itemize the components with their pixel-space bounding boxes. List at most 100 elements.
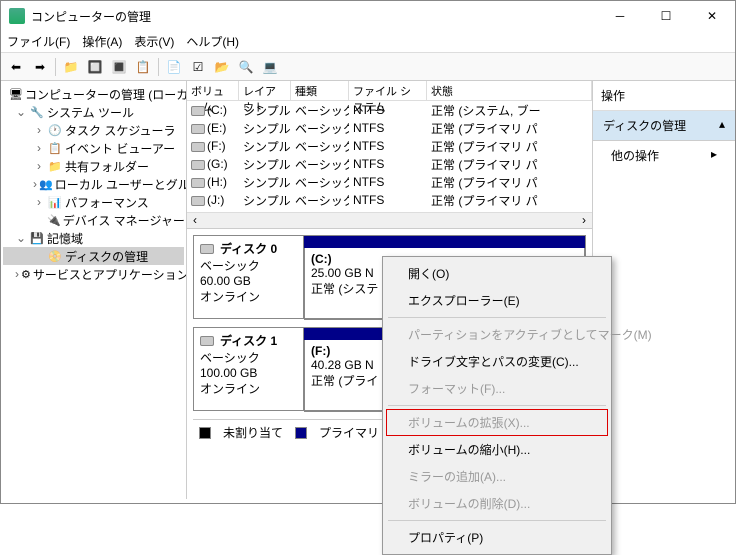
volume-row[interactable]: (F:)シンプルベーシックNTFS正常 (プライマリ パ xyxy=(187,137,592,155)
volume-row[interactable]: (G:)シンプルベーシックNTFS正常 (プライマリ パ xyxy=(187,155,592,173)
disk-name: ディスク 0 xyxy=(220,240,277,257)
expand-icon: ▸ xyxy=(711,147,717,164)
tools-icon: 🔧 xyxy=(29,104,45,120)
ctx-mirror: ミラーの追加(A)... xyxy=(386,463,608,490)
ctx-extend: ボリュームの拡張(X)... xyxy=(386,409,608,436)
disk-size: 100.00 GB xyxy=(200,366,297,380)
computer-icon: 🖥 xyxy=(9,86,23,102)
perf-icon: 📊 xyxy=(47,194,63,210)
ctx-format: フォーマット(F)... xyxy=(386,375,608,402)
disk-status: オンライン xyxy=(200,288,297,305)
actions-title: 操作 xyxy=(593,81,735,111)
tree-root[interactable]: コンピューターの管理 (ローカル) xyxy=(25,86,187,103)
part-status: 正常 (プライ xyxy=(311,374,378,388)
minimize-button[interactable]: ─ xyxy=(597,1,643,31)
ctx-chdrive[interactable]: ドライブ文字とパスの変更(C)... xyxy=(386,348,608,375)
event-icon: 📋 xyxy=(47,140,63,156)
collapse-icon: ▴ xyxy=(719,117,725,134)
volume-list[interactable]: ボリューム レイアウト 種類 ファイル システム 状態 (C:)シンプルベーシッ… xyxy=(187,81,592,229)
legend-unalloc: 未割り当て xyxy=(223,424,283,441)
disk-icon xyxy=(200,336,214,346)
drive-icon xyxy=(191,124,205,134)
tree-users[interactable]: ローカル ユーザーとグループ xyxy=(55,176,187,193)
disk-type: ベーシック xyxy=(200,349,297,366)
folder-icon: 📁 xyxy=(47,158,63,174)
menu-action[interactable]: 操作(A) xyxy=(82,33,122,50)
app-icon xyxy=(9,8,25,24)
drive-icon xyxy=(191,106,205,116)
titlebar: コンピューターの管理 ─ ☐ ✕ xyxy=(1,1,735,31)
drive-icon xyxy=(191,196,205,206)
tree-services[interactable]: サービスとアプリケーション xyxy=(33,266,187,283)
ctx-open[interactable]: 開く(O) xyxy=(386,260,608,287)
part-size: 40.28 GB N xyxy=(311,358,374,372)
part-status: 正常 (システ xyxy=(311,282,378,296)
props-button[interactable]: 🔲 xyxy=(84,56,106,78)
drive-icon xyxy=(191,178,205,188)
swatch-primary xyxy=(295,427,307,439)
ctx-prop[interactable]: プロパティ(P) xyxy=(386,524,608,551)
tool2-button[interactable]: ☑ xyxy=(187,56,209,78)
users-icon: 👥 xyxy=(39,176,53,192)
tree-eventvwr[interactable]: イベント ビューアー xyxy=(65,140,175,157)
disk-size: 60.00 GB xyxy=(200,274,297,288)
tool1-button[interactable]: 📄 xyxy=(163,56,185,78)
tree-perf[interactable]: パフォーマンス xyxy=(65,194,149,211)
menu-file[interactable]: ファイル(F) xyxy=(7,33,70,50)
storage-icon: 💾 xyxy=(29,230,45,246)
volume-row[interactable]: (H:)シンプルベーシックNTFS正常 (プライマリ パ xyxy=(187,173,592,191)
ctx-active: パーティションをアクティブとしてマーク(M) xyxy=(386,321,608,348)
nav-tree[interactable]: 🖥コンピューターの管理 (ローカル) ⌄🔧システム ツール ›🕐タスク スケジュ… xyxy=(1,81,187,499)
swatch-unalloc xyxy=(199,427,211,439)
volume-header: ボリューム レイアウト 種類 ファイル システム 状態 xyxy=(187,81,592,101)
part-size: 25.00 GB N xyxy=(311,266,374,280)
drive-icon xyxy=(191,160,205,170)
up-button[interactable]: 📁 xyxy=(60,56,82,78)
disk-icon: 📀 xyxy=(47,248,63,264)
col-type[interactable]: 種類 xyxy=(291,81,349,100)
actions-pane: 操作 ディスクの管理▴ 他の操作▸ xyxy=(593,81,735,499)
tree-systools[interactable]: システム ツール xyxy=(47,104,134,121)
window-title: コンピューターの管理 xyxy=(31,8,597,25)
actions-other[interactable]: 他の操作▸ xyxy=(593,141,735,170)
part-label: (F:) xyxy=(311,344,330,358)
close-button[interactable]: ✕ xyxy=(689,1,735,31)
volume-row[interactable]: (J:)シンプルベーシックNTFS正常 (プライマリ パ xyxy=(187,191,592,209)
services-icon: ⚙ xyxy=(21,266,31,282)
col-layout[interactable]: レイアウト xyxy=(239,81,291,100)
tool4-button[interactable]: 🔍 xyxy=(235,56,257,78)
clock-icon: 🕐 xyxy=(47,122,63,138)
context-menu: 開く(O) エクスプローラー(E) パーティションをアクティブとしてマーク(M)… xyxy=(382,256,612,555)
disk-name: ディスク 1 xyxy=(220,332,277,349)
part-label: (C:) xyxy=(311,252,332,266)
disk-type: ベーシック xyxy=(200,257,297,274)
refresh-button[interactable]: 🔳 xyxy=(108,56,130,78)
col-volume[interactable]: ボリューム xyxy=(187,81,239,100)
col-status[interactable]: 状態 xyxy=(427,81,592,100)
h-scrollbar[interactable]: ‹› xyxy=(187,212,592,228)
toolbar: ⬅ ➡ 📁 🔲 🔳 📋 📄 ☑ 📂 🔍 💻 xyxy=(1,53,735,81)
tree-shared[interactable]: 共有フォルダー xyxy=(65,158,149,175)
menu-help[interactable]: ヘルプ(H) xyxy=(186,33,239,50)
disk-icon xyxy=(200,244,214,254)
tree-devmgr[interactable]: デバイス マネージャー xyxy=(63,212,185,229)
ctx-explorer[interactable]: エクスプローラー(E) xyxy=(386,287,608,314)
tree-tasksched[interactable]: タスク スケジューラ xyxy=(65,122,176,139)
tree-storage[interactable]: 記憶域 xyxy=(47,230,83,247)
drive-icon xyxy=(191,142,205,152)
col-fs[interactable]: ファイル システム xyxy=(349,81,427,100)
volume-row[interactable]: (E:)シンプルベーシックNTFS正常 (プライマリ パ xyxy=(187,119,592,137)
tool5-button[interactable]: 💻 xyxy=(259,56,281,78)
menu-view[interactable]: 表示(V) xyxy=(134,33,174,50)
ctx-shrink[interactable]: ボリュームの縮小(H)... xyxy=(386,436,608,463)
actions-section[interactable]: ディスクの管理▴ xyxy=(593,111,735,141)
maximize-button[interactable]: ☐ xyxy=(643,1,689,31)
tool3-button[interactable]: 📂 xyxy=(211,56,233,78)
menubar: ファイル(F) 操作(A) 表示(V) ヘルプ(H) xyxy=(1,31,735,53)
disk-status: オンライン xyxy=(200,380,297,397)
back-button[interactable]: ⬅ xyxy=(5,56,27,78)
volume-row[interactable]: (C:)シンプルベーシックNTFS正常 (システム, ブー xyxy=(187,101,592,119)
list-button[interactable]: 📋 xyxy=(132,56,154,78)
forward-button[interactable]: ➡ xyxy=(29,56,51,78)
tree-diskmgmt[interactable]: ディスクの管理 xyxy=(65,248,148,265)
